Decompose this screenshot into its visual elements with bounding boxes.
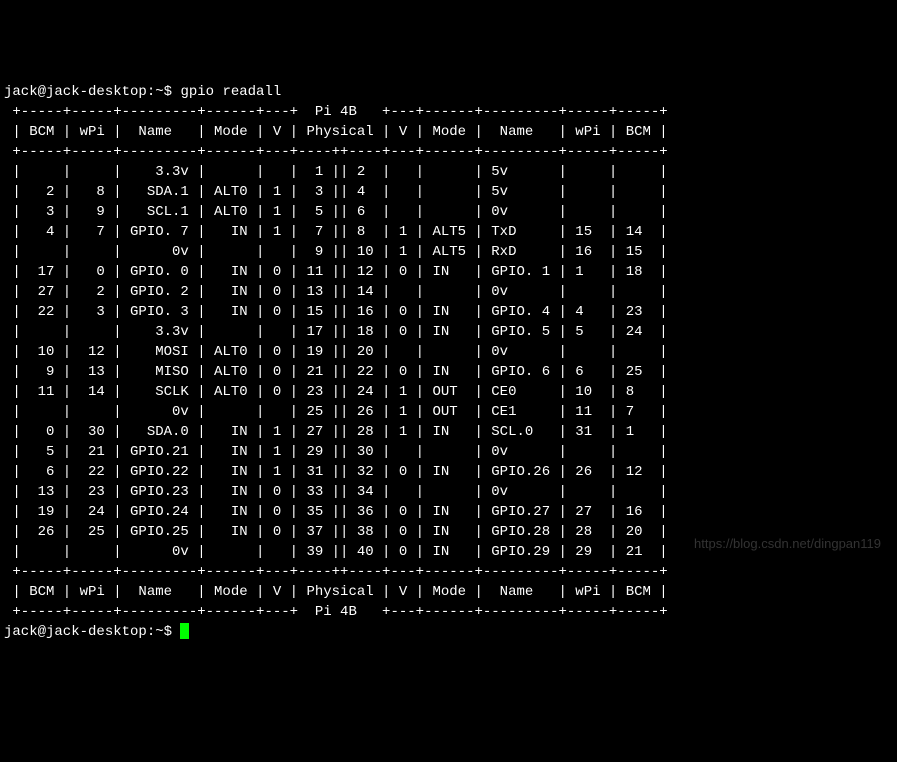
shell-prompt: jack@jack-desktop:~$ [4,84,180,100]
shell-prompt: jack@jack-desktop:~$ [4,624,180,640]
cursor-icon [180,623,189,639]
terminal-output: jack@jack-desktop:~$ gpio readall +-----… [4,82,893,642]
command-text: gpio readall [180,84,281,100]
gpio-table: +-----+-----+---------+------+---+ Pi 4B… [4,104,668,620]
